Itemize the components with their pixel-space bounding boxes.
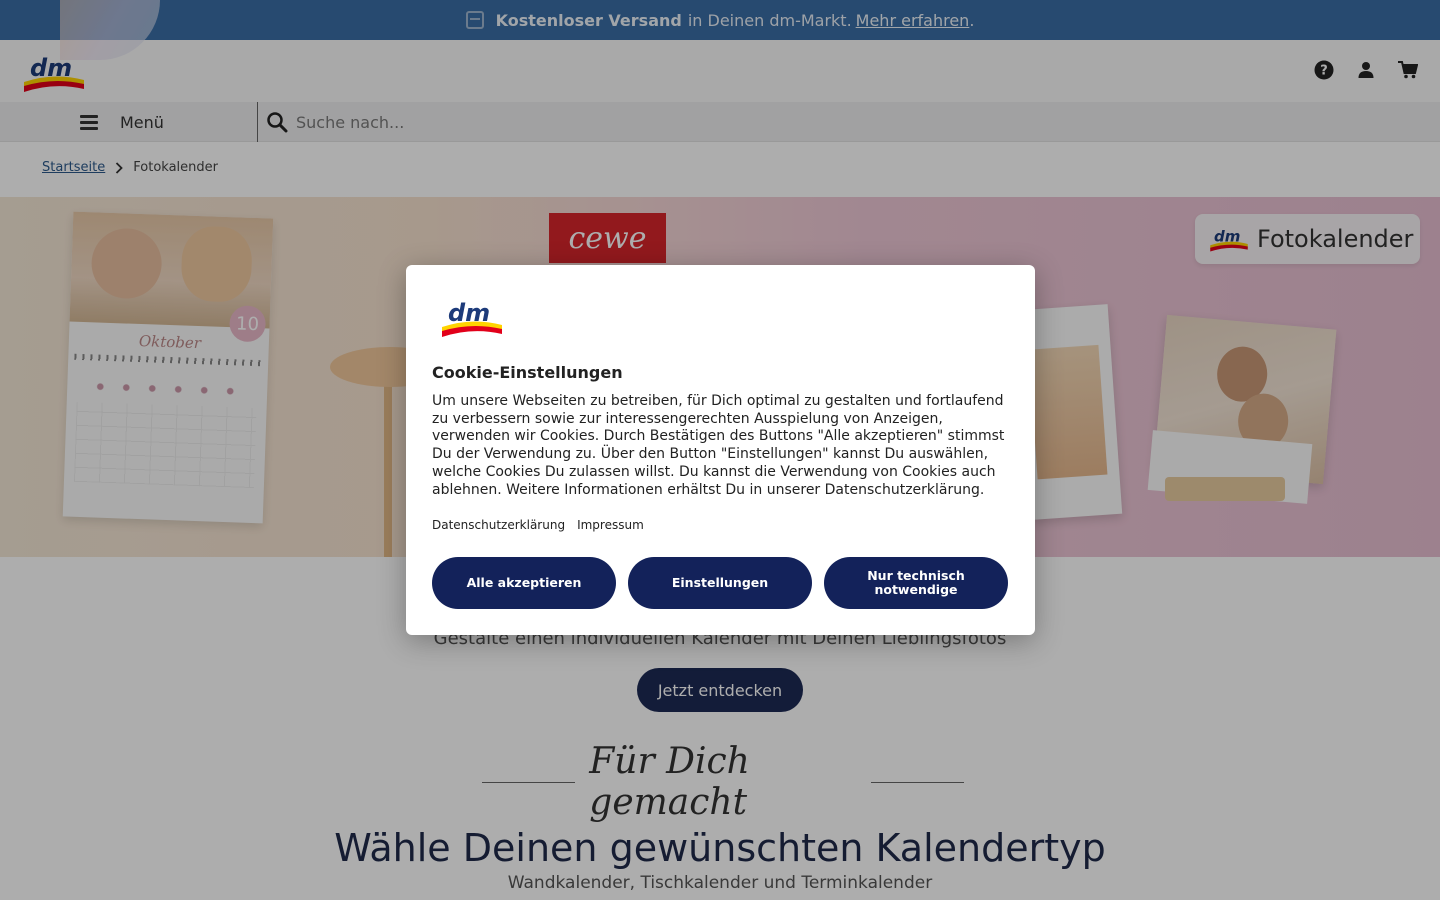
dm-logo: dm	[442, 299, 502, 337]
necessary-only-button[interactable]: Nur technisch notwendige	[824, 557, 1008, 609]
modal-logo-text: dm	[448, 299, 490, 327]
settings-button[interactable]: Einstellungen	[628, 557, 812, 609]
cookie-dialog: dm Cookie-Einstellungen Um unsere Websei…	[406, 265, 1035, 635]
cookie-buttons: Alle akzeptieren Einstellungen Nur techn…	[432, 557, 1008, 609]
cookie-body: Um unsere Webseiten zu betreiben, für Di…	[432, 393, 1005, 498]
cookie-title: Cookie-Einstellungen	[432, 363, 623, 382]
imprint-link[interactable]: Impressum	[577, 518, 644, 532]
privacy-link[interactable]: Datenschutzerklärung	[432, 518, 565, 532]
accept-all-button[interactable]: Alle akzeptieren	[432, 557, 616, 609]
cookie-links: Datenschutzerklärung Impressum	[432, 518, 644, 532]
